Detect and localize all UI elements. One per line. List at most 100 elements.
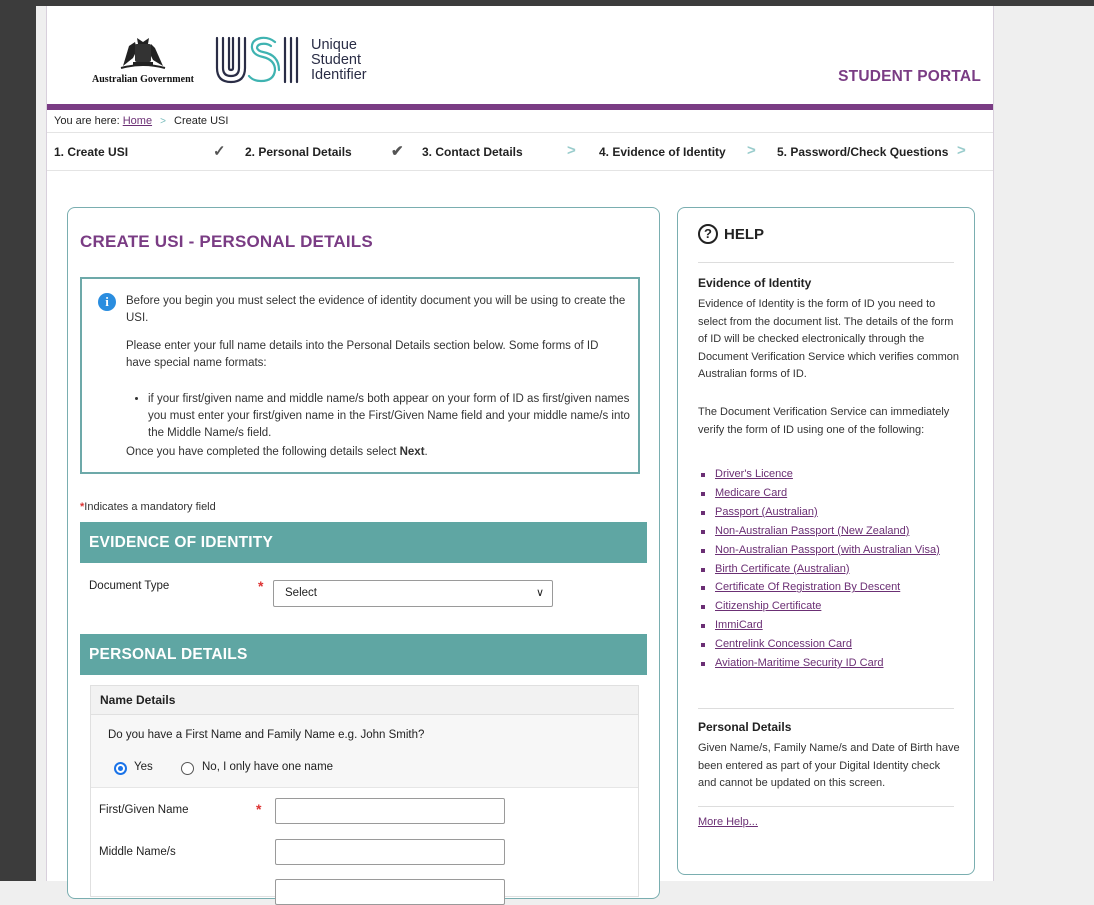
document-type-label: Document Type (89, 580, 170, 592)
list-item: Medicare Card (698, 484, 958, 503)
step-personal-details[interactable]: 2. Personal Details (245, 145, 352, 159)
document-link-aviation-maritime-card[interactable]: Aviation-Maritime Security ID Card (715, 657, 884, 669)
info-box: i Before you begin you must select the e… (80, 277, 640, 474)
list-item: Birth Certificate (Australian) (698, 560, 958, 579)
usi-line-unique: Unique (311, 36, 357, 53)
list-item: Driver's Licence (698, 465, 958, 484)
step-create-usi[interactable]: 1. Create USI (54, 145, 128, 159)
personal-details-card: CREATE USI - PERSONAL DETAILS i Before y… (67, 207, 660, 905)
question-circle-icon: ? (698, 224, 718, 244)
divider (698, 262, 954, 263)
document-link-birth-certificate[interactable]: Birth Certificate (Australian) (715, 563, 850, 575)
document-list: Driver's Licence Medicare Card Passport … (698, 465, 958, 673)
progress-steps: 1. Create USI ✓ 2. Personal Details ✔ 3.… (47, 133, 993, 171)
info-paragraph-2: Please enter your full name details into… (126, 340, 599, 369)
step-evidence-of-identity[interactable]: 4. Evidence of Identity (599, 145, 726, 159)
student-portal-title: STUDENT PORTAL (838, 68, 981, 85)
divider (698, 806, 954, 807)
name-question: Do you have a First Name and Family Name… (108, 729, 425, 741)
first-name-label: First/Given Name (99, 804, 189, 816)
australian-government-logo[interactable]: Australian Government (83, 36, 203, 85)
radio-no-label[interactable]: No, I only have one name (202, 761, 333, 773)
name-question-section: Do you have a First Name and Family Name… (91, 715, 638, 788)
document-link-centrelink-card[interactable]: Centrelink Concession Card (715, 638, 852, 650)
list-item: Centrelink Concession Card (698, 635, 958, 654)
info-icon: i (98, 293, 116, 311)
document-link-medicare-card[interactable]: Medicare Card (715, 487, 787, 499)
document-type-select[interactable]: Select ∨ (273, 580, 553, 607)
document-link-drivers-licence[interactable]: Driver's Licence (715, 468, 793, 480)
first-name-input[interactable] (275, 798, 505, 824)
mandatory-note-text: Indicates a mandatory field (84, 501, 216, 513)
document-link-registration-by-descent[interactable]: Certificate Of Registration By Descent (715, 581, 900, 593)
family-name-input[interactable] (275, 879, 505, 905)
radio-yes[interactable] (114, 762, 127, 775)
chevron-down-icon: ✔ (391, 143, 404, 160)
usi-logo[interactable]: Unique Student Identifier (213, 34, 367, 86)
personal-details-heading: PERSONAL DETAILS (80, 634, 647, 675)
help-panel: ? HELP Evidence of Identity Evidence of … (677, 207, 975, 875)
help-title: ? HELP (698, 224, 764, 244)
radio-yes-label[interactable]: Yes (134, 761, 153, 773)
breadcrumb-home-link[interactable]: Home (123, 115, 152, 127)
list-item: Passport (Australian) (698, 503, 958, 522)
site-header: Australian Government Unique Student Ide… (47, 6, 993, 110)
document-link-passport-nz[interactable]: Non-Australian Passport (New Zealand) (715, 525, 909, 537)
more-help-wrapper: More Help... (698, 814, 960, 832)
step-password-check-questions[interactable]: 5. Password/Check Questions (777, 145, 948, 159)
breadcrumb-prefix: You are here: (54, 115, 120, 127)
page-title: CREATE USI - PERSONAL DETAILS (80, 232, 373, 251)
chevron-right-icon: > (747, 142, 756, 159)
document-link-immicard[interactable]: ImmiCard (715, 619, 763, 631)
document-type-value: Select (285, 587, 317, 599)
check-icon: ✓ (213, 143, 226, 160)
info-paragraph-1: Before you begin you must select the evi… (126, 295, 626, 324)
usi-wordmark: Unique Student Identifier (311, 36, 367, 83)
usi-line-student: Student (311, 51, 361, 68)
breadcrumb-separator-icon: > (160, 116, 166, 127)
list-item: Non-Australian Passport (with Australian… (698, 541, 958, 560)
help-personal-details-paragraph: Given Name/s, Family Name/s and Date of … (698, 742, 960, 789)
gov-name: Australian Government (92, 74, 194, 85)
window-left-bar (0, 0, 36, 881)
help-eoi-paragraph-1: Evidence of Identity is the form of ID y… (698, 298, 960, 380)
list-item: Aviation-Maritime Security ID Card (698, 654, 958, 673)
middle-name-input[interactable] (275, 839, 505, 865)
coat-of-arms-icon (120, 38, 166, 69)
page: Australian Government Unique Student Ide… (46, 6, 994, 905)
chevron-right-icon: > (957, 142, 966, 159)
breadcrumb: You are here: Home > Create USI (47, 110, 993, 133)
list-item: Certificate Of Registration By Descent (698, 578, 958, 597)
chevron-down-icon: ∨ (535, 587, 544, 599)
document-link-passport-australian[interactable]: Passport (Australian) (715, 506, 818, 518)
info-paragraph-3: Once you have completed the following de… (126, 444, 626, 461)
help-eoi-paragraph-2: The Document Verification Service can im… (698, 406, 950, 436)
list-item: ImmiCard (698, 616, 958, 635)
info-list: if your first/given name and middle name… (126, 391, 648, 442)
radio-no[interactable] (181, 762, 194, 775)
help-title-text: HELP (724, 225, 765, 243)
required-star-icon: * (258, 578, 264, 594)
usi-letters-icon (215, 36, 299, 84)
info-p3-text: Once you have completed the following de… (126, 446, 400, 458)
list-item: Non-Australian Passport (New Zealand) (698, 522, 958, 541)
mandatory-note: *Indicates a mandatory field (80, 501, 216, 513)
list-item: Citizenship Certificate (698, 597, 958, 616)
step-contact-details[interactable]: 3. Contact Details (422, 145, 523, 159)
middle-name-label: Middle Name/s (99, 846, 176, 858)
breadcrumb-current: Create USI (174, 115, 229, 127)
info-p3-suffix: . (424, 446, 428, 458)
info-p3-next: Next (399, 446, 425, 458)
document-link-citizenship-certificate[interactable]: Citizenship Certificate (715, 600, 821, 612)
evidence-of-identity-heading: EVIDENCE OF IDENTITY (80, 522, 647, 563)
document-link-passport-visa[interactable]: Non-Australian Passport (with Australian… (715, 544, 940, 556)
info-bullet: if your first/given name and middle name… (148, 391, 648, 442)
usi-line-identifier: Identifier (311, 66, 367, 83)
help-eoi-heading: Evidence of Identity (698, 276, 812, 290)
divider (698, 708, 954, 709)
chevron-right-icon: > (567, 142, 576, 159)
help-personal-details-heading: Personal Details (698, 720, 792, 734)
name-details-panel: Name Details Do you have a First Name an… (90, 685, 639, 905)
required-star-icon: * (256, 801, 262, 817)
more-help-link[interactable]: More Help... (698, 816, 758, 828)
